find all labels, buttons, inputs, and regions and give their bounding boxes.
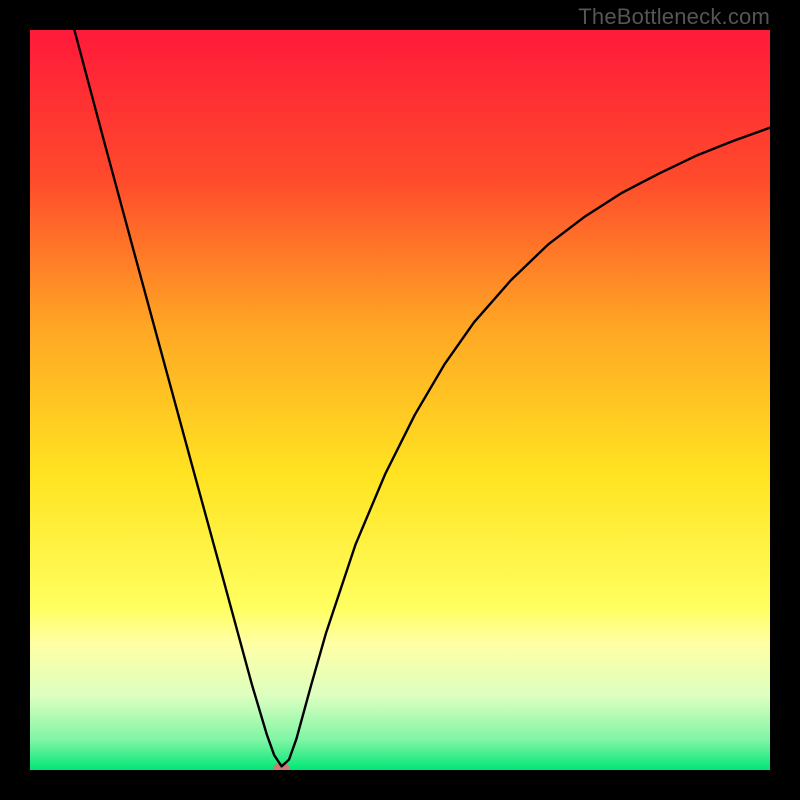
chart-frame <box>30 30 770 770</box>
gradient-background <box>30 30 770 770</box>
watermark-label: TheBottleneck.com <box>578 4 770 30</box>
bottleneck-chart <box>30 30 770 770</box>
